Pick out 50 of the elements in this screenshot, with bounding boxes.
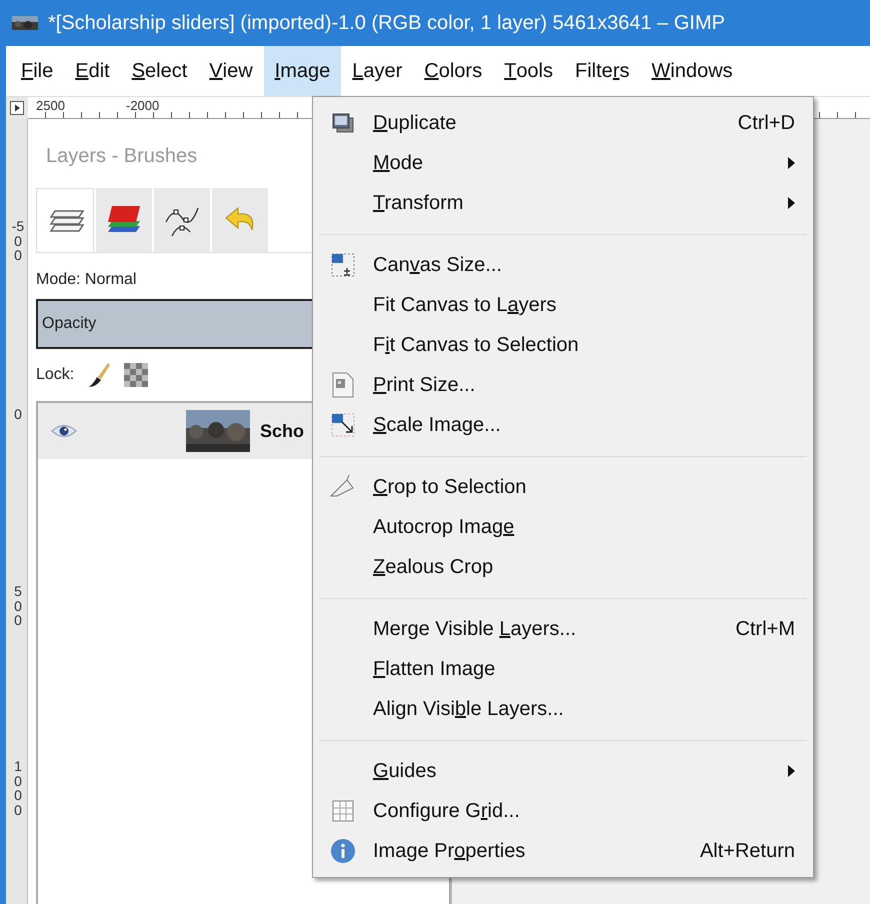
window-title: *[Scholarship sliders] (imported)-1.0 (RGB color, 1 layer) 5461x3641 – GIMP [48,12,725,34]
shortcut-text: Ctrl+M [736,618,795,640]
menu-item[interactable]: Canvas Size... [313,245,813,285]
dock-tab[interactable] [36,188,94,252]
menu-item[interactable]: Zealous Crop [313,547,813,587]
ruler-label: 2500 [36,98,65,113]
menu-item[interactable]: Merge Visible Layers... Ctrl+M [313,609,813,649]
duplicate-icon [331,112,355,134]
mode-label: Mode: Normal [36,271,136,289]
menu-bar-item[interactable]: Image [264,46,342,96]
dock-tab[interactable] [154,188,210,252]
menu-item[interactable]: Configure Grid... [313,791,813,831]
menu-item[interactable]: Guides [313,751,813,791]
shortcut-text: Ctrl+D [738,112,795,134]
shortcut-text: Alt+Return [700,840,795,862]
menu-item[interactable]: Flatten Image [313,649,813,689]
menu-item[interactable]: Image Properties Alt+Return [313,831,813,871]
menu-item[interactable]: Autocrop Image [313,507,813,547]
menu-bar-item[interactable]: File [10,46,64,96]
menu-bar-item[interactable]: Tools [493,46,564,96]
menu-bar-item[interactable]: Layer [341,46,414,96]
ruler-label: 1000 [13,759,23,818]
menu-bar-item[interactable]: Colors [413,46,494,96]
layer-name: Scho [260,420,304,442]
eye-icon[interactable] [50,423,78,439]
dock-tab[interactable] [96,188,152,252]
menu-bar-item[interactable]: Edit [64,46,121,96]
menu-bar-item[interactable]: Windows [640,46,744,96]
grid-icon [331,799,355,823]
menu-item[interactable]: Print Size... [313,365,813,405]
ruler-label: 0 [13,407,23,422]
document-icon [331,371,355,399]
menu-item[interactable]: Crop to Selection [313,467,813,507]
menu-item[interactable]: Transform [313,183,813,223]
menu-item[interactable]: Mode [313,143,813,183]
canvas-size-icon [330,252,356,278]
info-icon [330,838,356,864]
menu-bar-item[interactable]: Filters [564,46,640,96]
menu-item[interactable]: Align Visible Layers... [313,689,813,729]
checkerboard-icon[interactable] [124,363,148,387]
menu-item[interactable]: Duplicate Ctrl+D [313,103,813,143]
ruler-label: -2000 [126,98,160,113]
scale-image-icon [330,412,356,438]
dock-title: Layers - Brushes [46,145,198,168]
ruler-label: 500 [13,584,23,628]
menu-bar-item[interactable]: View [198,46,264,96]
menu-bar-item[interactable]: Select [120,46,198,96]
ruler-label: -500 [11,219,25,264]
lock-label: Lock: [36,366,74,384]
ruler-toggle-icon[interactable] [10,101,24,115]
